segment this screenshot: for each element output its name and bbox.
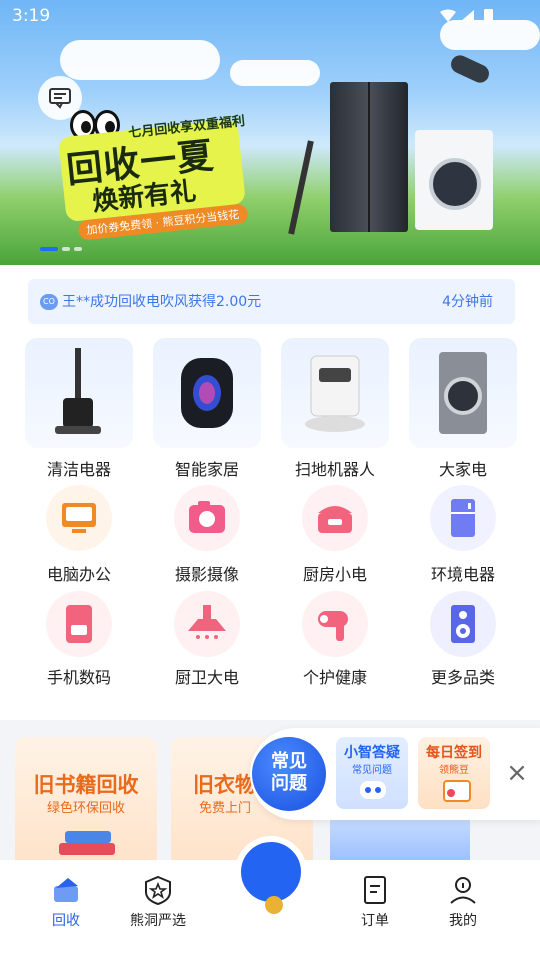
faq-label: 常见问题 <box>271 751 307 794</box>
category-personal-care[interactable] <box>302 591 368 657</box>
category-label: 个护健康 <box>302 668 367 687</box>
notice-time: 4分钟前 <box>442 294 493 310</box>
washer-image <box>415 130 493 230</box>
category-more[interactable] <box>430 591 496 657</box>
coin-icon <box>265 896 283 914</box>
status-time: 3:19 <box>12 6 51 26</box>
vacuum-image <box>288 140 314 235</box>
speaker-icon <box>451 605 475 643</box>
faq-button[interactable]: 常见问题 <box>252 737 326 811</box>
star-badge-icon <box>145 875 171 906</box>
category-label: 扫地机器人 <box>294 460 375 479</box>
category-label: 厨房小电 <box>302 565 367 584</box>
tab-label: 我的 <box>449 913 477 929</box>
chat-icon <box>49 88 71 109</box>
category-label: 手机数码 <box>46 668 111 687</box>
category-label: 环境电器 <box>430 565 495 584</box>
card-title: 每日签到 <box>426 745 482 761</box>
xiaozhi-qa-card[interactable]: 小智答疑 常见问题 <box>336 737 408 809</box>
monitor-icon <box>62 503 96 533</box>
range-hood-icon <box>188 605 226 639</box>
tab-xiongdong-select[interactable]: 熊洞严选 <box>113 860 203 960</box>
category-robot-vacuum[interactable] <box>281 338 389 448</box>
category-label: 厨卫大电 <box>174 668 239 687</box>
phone-icon <box>66 605 92 643</box>
tab-label: 熊洞严选 <box>130 913 186 929</box>
category-kitchen[interactable] <box>302 485 368 551</box>
tab-label: 回收 <box>52 913 80 929</box>
notice-text: 王**成功回收电吹风获得2.00元 <box>62 294 262 310</box>
category-large-appliance[interactable] <box>409 338 517 448</box>
calendar-icon <box>443 780 471 802</box>
cloud-decoration <box>60 40 220 80</box>
category-cleaning[interactable] <box>25 338 133 448</box>
promo-banner[interactable]: 3:19 七月回收享双重福利 回收一夏 焕新有礼 加价券免费领 · 熊豆积分当钱… <box>0 0 540 265</box>
category-phone[interactable] <box>46 591 112 657</box>
fridge-icon <box>451 499 475 537</box>
app-root: 3:19 七月回收享双重福利 回收一夏 焕新有礼 加价券免费领 · 熊豆积分当钱… <box>0 0 540 960</box>
category-label: 电脑办公 <box>46 565 111 584</box>
tab-mine[interactable]: 我的 <box>418 860 508 960</box>
promo-card-title: 旧书籍回收 <box>33 773 139 797</box>
robot-icon <box>360 781 386 799</box>
books-icon <box>59 831 115 855</box>
card-subtitle: 领熊豆 <box>439 765 469 776</box>
smart-speaker-icon <box>181 358 233 428</box>
signal-wifi-battery-icon <box>440 9 493 24</box>
status-icons <box>438 8 500 30</box>
card-title: 小智答疑 <box>344 745 400 761</box>
center-recycle-button[interactable] <box>237 838 305 914</box>
category-label: 大家电 <box>438 460 487 479</box>
notice-icon: CO <box>40 294 58 310</box>
cloud-decoration <box>230 60 320 86</box>
category-computer[interactable] <box>46 485 112 551</box>
profile-icon <box>450 877 476 904</box>
category-label: 更多品类 <box>430 668 495 687</box>
promo-card-subtitle: 绿色环保回收 <box>46 801 125 816</box>
daily-checkin-card[interactable]: 每日签到 领熊豆 <box>418 737 490 809</box>
recycle-notice[interactable]: CO 王**成功回收电吹风获得2.00元 4分钟前 <box>28 279 515 324</box>
main-content: CO 王**成功回收电吹风获得2.00元 4分钟前 清洁电器 智能家居 扫地机器… <box>0 265 540 720</box>
home-icon <box>54 878 78 902</box>
category-label: 智能家居 <box>174 460 239 479</box>
status-bar: 3:19 <box>0 0 540 34</box>
washing-machine-icon <box>439 352 487 434</box>
carousel-indicator <box>40 236 86 255</box>
category-label: 摄影摄像 <box>174 565 239 584</box>
card-subtitle: 常见问题 <box>352 765 392 776</box>
tab-recycle[interactable]: 回收 <box>21 860 111 960</box>
promo-card-books[interactable]: 旧书籍回收 绿色环保回收 <box>15 737 157 867</box>
category-smart-home[interactable] <box>153 338 261 448</box>
hair-dryer-image <box>448 52 492 86</box>
rice-cooker-icon <box>318 506 352 533</box>
category-label: 清洁电器 <box>46 460 111 479</box>
vacuum-cleaner-icon <box>55 348 101 434</box>
tab-label: 订单 <box>361 913 389 929</box>
close-icon[interactable]: × <box>504 760 530 786</box>
order-icon <box>364 876 386 904</box>
category-environment[interactable] <box>430 485 496 551</box>
camera-icon <box>189 501 225 533</box>
category-kitchen-bath[interactable] <box>174 591 240 657</box>
tab-orders[interactable]: 订单 <box>330 860 420 960</box>
category-camera[interactable] <box>174 485 240 551</box>
robot-vacuum-icon <box>305 355 365 432</box>
hair-dryer-icon <box>318 611 348 641</box>
fridge-image <box>330 82 408 232</box>
